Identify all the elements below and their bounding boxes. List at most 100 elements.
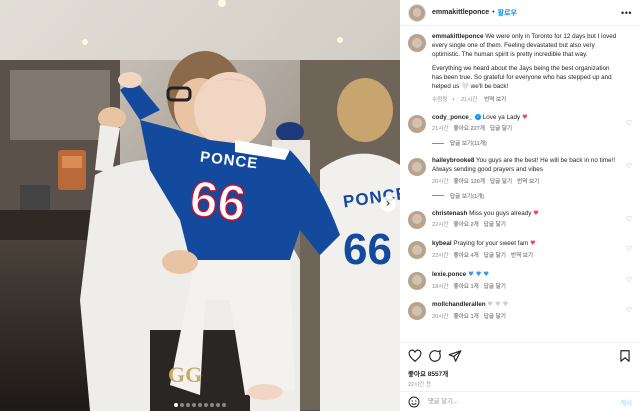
heart-emoji-icon: ♥ [521,113,528,121]
like-comment-heart-icon[interactable]: ♡ [626,245,632,253]
reply-button[interactable]: 답글 달기 [490,126,512,132]
translate-link[interactable]: 번역 보기 [484,97,506,103]
comment-meta: 20시간 좋아요 120개 답글 달기 번역 보기 [432,178,618,187]
comment-block: lexie.ponce ♥ ♥ ♥ 18시간 좋아요 1개 답글 달기 ♡ [408,271,632,292]
comment-time: 20시간 [432,314,449,321]
comment-meta: 21시간 좋아요 227개 답글 달기 [432,125,618,134]
heart-emoji-icon: ♥ ♥ ♥ [468,270,490,278]
comment-time: 20시간 [432,178,449,185]
carousel-dot [192,403,196,407]
comment-block: cody_ponce_ ✓ Love ya Lady ♥ 21시간 좋아요 227개… [408,114,632,147]
like-comment-heart-icon[interactable]: ♡ [626,276,632,284]
comment-username[interactable]: christenash [432,210,467,217]
avatar[interactable] [408,158,426,177]
comment-text: Praying for your sweet fam [453,240,529,248]
comment-username[interactable]: mollchandlerallen [432,301,486,308]
comment-block: mollchandlerallen ♥ ♥ ♥ 20시간 좋아요 1개 답글 달기 ♡ [408,301,632,322]
avatar[interactable] [408,34,426,52]
avatar[interactable] [408,241,426,260]
heart-icon[interactable] [408,349,422,363]
follow-button[interactable]: 팔로우 [498,8,517,18]
comment: kybeal Praying for your sweet fam ♥ 22시간 좋… [408,240,632,261]
more-horizontal-icon[interactable]: ••• [621,8,632,18]
like-comment-heart-icon[interactable]: ♡ [626,306,632,314]
chevron-right-icon: › [385,196,391,210]
comment-username[interactable]: lexie.ponce [432,271,466,278]
translate-link[interactable]: 번역 보기 [511,253,533,259]
translate-link[interactable]: 번역 보기 [517,179,539,185]
comment-username[interactable]: cody_ponce_ [432,114,472,121]
comment: lexie.ponce ♥ ♥ ♥ 18시간 좋아요 1개 답글 달기 ♡ [408,271,632,292]
reply-button[interactable]: 답글 달기 [484,222,506,228]
carousel-dot [222,403,226,407]
comment: christenash Miss you guys already ♥ 22시간 좋… [408,210,632,231]
reply-button[interactable]: 답글 달기 [484,314,506,320]
bookmark-icon[interactable] [618,349,632,363]
comment: cody_ponce_ ✓ Love ya Lady ♥ 21시간 좋아요 227개… [408,114,632,135]
jersey-number: 66 [186,169,250,233]
post-comment-button[interactable]: 게시 [620,397,632,407]
like-comment-heart-icon[interactable]: ♡ [626,162,632,170]
comment-likes[interactable]: 좋아요 1개 [454,314,479,320]
comment-likes[interactable]: 좋아요 4개 [454,253,479,259]
comment-time: 21시간 [432,126,449,133]
carousel-dot [186,403,190,407]
post-side-panel: emmakittleponce • 팔로우 ••• emmakittleponc… [400,0,640,411]
comment-time: 22시간 [432,222,449,229]
comment-icon[interactable] [428,349,442,363]
white-heart-icon: 🤍 [461,82,469,90]
svg-text:GG: GG [168,362,202,387]
like-count[interactable]: 좋아요 8557개 [408,368,632,378]
header-bullet: • [492,9,495,16]
view-replies-button[interactable]: 답글 보기(1개) [432,192,632,200]
comment-likes[interactable]: 좋아요 1개 [454,284,479,290]
heart-emoji-icon: ♥ [533,209,539,217]
next-photo-button[interactable]: › [380,196,396,212]
share-icon[interactable] [448,349,462,363]
avatar[interactable] [408,114,426,133]
smile-icon[interactable] [408,396,420,408]
comment-text: Love ya Lady [482,113,521,121]
comment-meta: 22시간 좋아요 2개 답글 달기 [432,221,618,230]
carousel-dot [198,403,202,407]
comments-list[interactable]: emmakittleponce We were only in Toronto … [400,27,640,342]
edited-label: 수정됨 [432,96,448,103]
carousel-dot [180,403,184,407]
caption-username[interactable]: emmakittleponce [432,33,483,40]
comment-container: cody_ponce_ ✓ Love ya Lady ♥ 21시간 좋아요 227개… [408,114,632,322]
comment-username[interactable]: haileybrooke8 [432,157,474,164]
carousel-dot [210,403,214,407]
comment: haileybrooke8 You guys are the best! He … [408,157,632,186]
comment-input[interactable] [428,398,621,405]
reply-button[interactable]: 답글 달기 [484,284,506,290]
carousel-dot [204,403,208,407]
jersey-number-right: 66 [343,225,392,274]
caption-text-2: Everything we heard about the Jays being… [432,65,612,90]
comment-block: kybeal Praying for your sweet fam ♥ 22시간 좋… [408,240,632,261]
comment-username[interactable]: kybeal [432,240,452,247]
view-replies-button[interactable]: 답글 보기(11개) [432,139,632,147]
avatar[interactable] [408,3,426,22]
carousel-dot [174,403,178,407]
avatar[interactable] [408,271,426,290]
caption-time: 21시간 [460,96,478,103]
comment-likes[interactable]: 좋아요 2개 [454,222,479,228]
header-username[interactable]: emmakittleponce [432,9,489,16]
like-comment-heart-icon[interactable]: ♡ [626,119,632,127]
comment-meta: 22시간 좋아요 4개 답글 달기 번역 보기 [432,252,618,261]
comment-meta: 20시간 좋아요 1개 답글 달기 [432,313,618,322]
comment-text: Miss you guys already [469,209,532,217]
comment-likes[interactable]: 좋아요 227개 [454,126,485,132]
like-comment-heart-icon[interactable]: ♡ [626,215,632,223]
comment-time: 18시간 [432,283,449,290]
post-photo[interactable]: GG PONCE 66 PONCE 66 › [0,0,400,411]
comment-likes[interactable]: 좋아요 120개 [454,179,485,185]
carousel-dots [0,401,400,407]
reply-button[interactable]: 답글 달기 [484,253,506,259]
comment-block: haileybrooke8 You guys are the best! He … [408,157,632,200]
post-time: 22시간 전 [408,382,431,388]
comment-meta: 18시간 좋아요 1개 답글 달기 [432,283,618,292]
reply-button[interactable]: 답글 달기 [490,179,512,185]
avatar[interactable] [408,210,426,229]
avatar[interactable] [408,302,426,321]
